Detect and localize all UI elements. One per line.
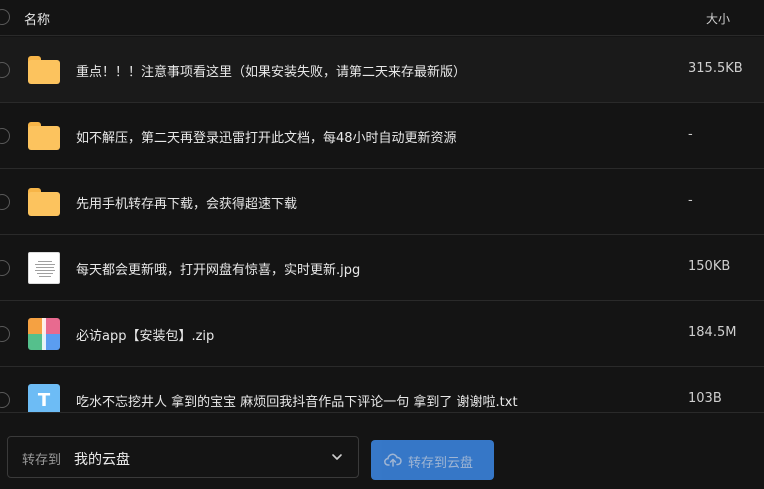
file-size: 315.5KB — [688, 61, 743, 76]
txt-file-icon: T — [28, 384, 60, 412]
save-footer: 转存到 我的云盘 转存到云盘 — [0, 412, 764, 489]
file-row[interactable]: 每天都会更新哦，打开网盘有惊喜，实时更新.jpg 150KB — [0, 235, 764, 301]
file-row[interactable]: 必访app【安装包】.zip 184.5M — [0, 301, 764, 367]
destination-select[interactable]: 转存到 我的云盘 — [7, 436, 359, 478]
folder-icon — [28, 186, 60, 218]
file-size: 184.5M — [688, 325, 737, 340]
row-checkbox[interactable] — [0, 194, 10, 210]
file-name[interactable]: 吃水不忘挖井人 拿到的宝宝 麻烦回我抖音作品下评论一句 拿到了 谢谢啦.txt — [76, 391, 518, 410]
file-row[interactable]: 先用手机转存再下载，会获得超速下载 - — [0, 169, 764, 235]
row-checkbox[interactable] — [0, 128, 10, 144]
file-list[interactable]: 重点！！！注意事项看这里（如果安装失败，请第二天来存最新版） 315.5KB 如… — [0, 37, 764, 412]
row-checkbox[interactable] — [0, 260, 10, 276]
destination-label: 转存到 — [22, 453, 62, 468]
file-size: 103B — [688, 391, 722, 406]
file-name[interactable]: 重点！！！注意事项看这里（如果安装失败，请第二天来存最新版） — [76, 61, 466, 80]
row-checkbox[interactable] — [0, 392, 10, 408]
chevron-down-icon — [332, 454, 342, 460]
file-size: - — [688, 193, 693, 208]
file-name[interactable]: 如不解压，第二天再登录迅雷打开此文档，每48小时自动更新资源 — [76, 127, 457, 146]
file-row[interactable]: 重点！！！注意事项看这里（如果安装失败，请第二天来存最新版） 315.5KB — [0, 37, 764, 103]
save-to-cloud-button[interactable]: 转存到云盘 — [371, 440, 494, 480]
select-all-checkbox[interactable] — [0, 9, 10, 25]
cloud-upload-icon — [384, 453, 402, 467]
save-button-label: 转存到云盘 — [408, 456, 474, 471]
file-name[interactable]: 先用手机转存再下载，会获得超速下载 — [76, 193, 297, 212]
file-name[interactable]: 必访app【安装包】.zip — [76, 325, 214, 344]
list-header: 名称 大小 — [0, 0, 764, 36]
destination-value: 我的云盘 — [74, 452, 130, 468]
file-size: - — [688, 127, 693, 142]
file-row[interactable]: T 吃水不忘挖井人 拿到的宝宝 麻烦回我抖音作品下评论一句 拿到了 谢谢啦.tx… — [0, 367, 764, 412]
file-share-panel: 名称 大小 重点！！！注意事项看这里（如果安装失败，请第二天来存最新版） 315… — [0, 0, 764, 489]
zip-file-icon — [28, 318, 60, 350]
folder-icon — [28, 120, 60, 152]
folder-icon — [28, 54, 60, 86]
size-column-header: 大小 — [706, 12, 731, 26]
image-file-icon — [28, 252, 60, 284]
row-checkbox[interactable] — [0, 62, 10, 78]
file-size: 150KB — [688, 259, 731, 274]
file-row[interactable]: 如不解压，第二天再登录迅雷打开此文档，每48小时自动更新资源 - — [0, 103, 764, 169]
file-name[interactable]: 每天都会更新哦，打开网盘有惊喜，实时更新.jpg — [76, 259, 360, 278]
row-checkbox[interactable] — [0, 326, 10, 342]
name-column-header: 名称 — [24, 13, 51, 28]
